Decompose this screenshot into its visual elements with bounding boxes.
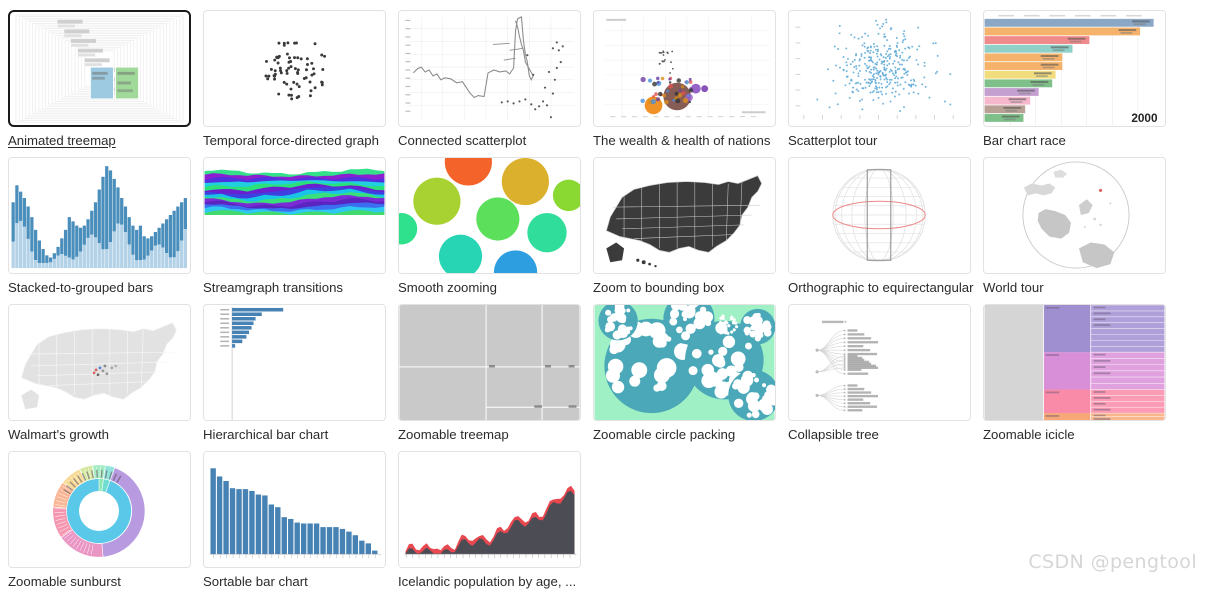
gallery-card-zoomable-sunburst[interactable]: Zoomable sunburst [8, 451, 194, 589]
gallery-card-label[interactable]: The wealth & health of nations [593, 133, 779, 148]
gallery-card-collapsible-tree[interactable]: Collapsible tree [788, 304, 974, 442]
thumbnail-streamgraph[interactable] [203, 157, 386, 274]
gallery-card-label[interactable]: Zoom to bounding box [593, 280, 779, 295]
gallery-card-label[interactable]: Smooth zooming [398, 280, 584, 295]
thumbnail-bar-chart-race[interactable]: 2000 [983, 10, 1166, 127]
thumbnail-circle-packing[interactable] [593, 304, 776, 421]
gallery-card-us-map-dark[interactable]: Zoom to bounding box [593, 157, 779, 295]
svg-text:2000: 2000 [1131, 112, 1158, 125]
thumbnail-collapsible-tree[interactable] [788, 304, 971, 421]
gallery-card-label[interactable]: Stacked-to-grouped bars [8, 280, 194, 295]
gallery-card-bar-chart-race[interactable]: 2000 Bar chart race [983, 10, 1169, 148]
gallery-card-force-directed-graph[interactable]: Temporal force-directed graph [203, 10, 389, 148]
thumbnail-icelandic-population[interactable] [398, 451, 581, 568]
gallery-card-icelandic-population[interactable]: Icelandic population by age, ... [398, 451, 584, 589]
gallery-card-orthographic-globe[interactable]: Orthographic to equirectangular [788, 157, 974, 295]
thumbnail-orthographic-globe[interactable] [788, 157, 971, 274]
thumbnail-hierarchical-bar[interactable] [203, 304, 386, 421]
gallery-page: Animated treemap Temporal force-directed … [0, 0, 1213, 591]
gallery-card-connected-scatterplot[interactable]: Connected scatterplot [398, 10, 584, 148]
gallery-card-label[interactable]: Zoomable treemap [398, 427, 584, 442]
gallery-card-animated-treemap[interactable]: Animated treemap [8, 10, 194, 148]
thumbnail-world-tour[interactable] [983, 157, 1166, 274]
gallery-card-label[interactable]: Bar chart race [983, 133, 1169, 148]
gallery-card-label[interactable]: Zoomable icicle [983, 427, 1169, 442]
thumbnail-zoomable-icicle[interactable] [983, 304, 1166, 421]
thumbnail-scatterplot-tour[interactable] [788, 10, 971, 127]
gallery-card-label[interactable]: Hierarchical bar chart [203, 427, 389, 442]
thumbnail-stacked-grouped-bars[interactable] [8, 157, 191, 274]
thumbnail-zoomable-treemap[interactable] [398, 304, 581, 421]
thumbnail-connected-scatterplot[interactable] [398, 10, 581, 127]
gallery-card-label[interactable]: Scatterplot tour [788, 133, 974, 148]
gallery-card-circle-packing[interactable]: Zoomable circle packing [593, 304, 779, 442]
gallery-card-hierarchical-bar[interactable]: Hierarchical bar chart [203, 304, 389, 442]
gallery-card-label[interactable]: Connected scatterplot [398, 133, 584, 148]
gallery-card-label[interactable]: Animated treemap [8, 133, 194, 148]
thumbnail-animated-treemap[interactable] [8, 10, 191, 127]
gallery-card-streamgraph[interactable]: Streamgraph transitions [203, 157, 389, 295]
gallery-card-world-tour[interactable]: World tour [983, 157, 1169, 295]
thumbnail-wealth-health-nations[interactable] [593, 10, 776, 127]
gallery-card-wealth-health-nations[interactable]: The wealth & health of nations [593, 10, 779, 148]
gallery-card-smooth-zooming[interactable]: Smooth zooming [398, 157, 584, 295]
gallery-card-label[interactable]: Zoomable sunburst [8, 574, 194, 589]
gallery-card-label[interactable]: Walmart's growth [8, 427, 194, 442]
gallery-card-scatterplot-tour[interactable]: Scatterplot tour [788, 10, 974, 148]
gallery-card-label[interactable]: Icelandic population by age, ... [398, 574, 584, 589]
gallery-card-label[interactable]: Temporal force-directed graph [203, 133, 389, 148]
thumbnail-us-map-light[interactable] [8, 304, 191, 421]
gallery-card-label[interactable]: Zoomable circle packing [593, 427, 779, 442]
gallery-card-label[interactable]: Streamgraph transitions [203, 280, 389, 295]
gallery-card-zoomable-treemap[interactable]: Zoomable treemap [398, 304, 584, 442]
gallery-card-label[interactable]: Orthographic to equirectangular [788, 280, 974, 295]
gallery-card-us-map-light[interactable]: Walmart's growth [8, 304, 194, 442]
watermark: CSDN @pengtool [1028, 551, 1197, 573]
gallery-card-stacked-grouped-bars[interactable]: Stacked-to-grouped bars [8, 157, 194, 295]
thumbnail-grid: Animated treemap Temporal force-directed … [0, 0, 1213, 591]
thumbnail-zoomable-sunburst[interactable] [8, 451, 191, 568]
gallery-card-zoomable-icicle[interactable]: Zoomable icicle [983, 304, 1169, 442]
gallery-card-label[interactable]: Collapsible tree [788, 427, 974, 442]
thumbnail-us-map-dark[interactable] [593, 157, 776, 274]
thumbnail-force-directed-graph[interactable] [203, 10, 386, 127]
thumbnail-sortable-bar[interactable] [203, 451, 386, 568]
thumbnail-smooth-zooming[interactable] [398, 157, 581, 274]
gallery-card-sortable-bar[interactable]: Sortable bar chart [203, 451, 389, 589]
gallery-card-label[interactable]: Sortable bar chart [203, 574, 389, 589]
gallery-card-label[interactable]: World tour [983, 280, 1169, 295]
